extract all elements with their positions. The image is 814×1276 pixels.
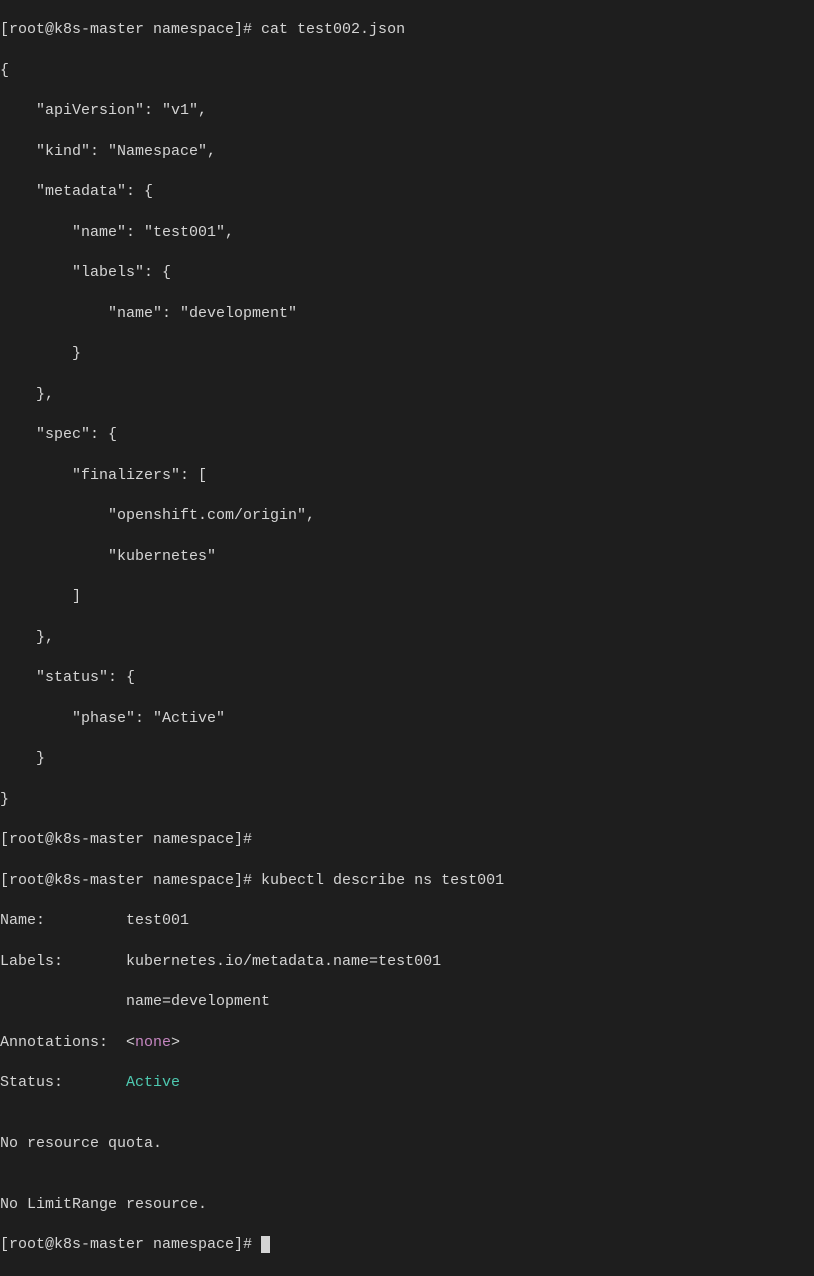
json-line: { — [0, 61, 814, 81]
json-line: "finalizers": [ — [0, 466, 814, 486]
prompt-line: [root@k8s-master namespace]# cat test002… — [0, 20, 814, 40]
describe-labels-line: Labels: kubernetes.io/metadata.name=test… — [0, 952, 814, 972]
json-line: "metadata": { — [0, 182, 814, 202]
prompt-line: [root@k8s-master namespace]# — [0, 1235, 814, 1255]
json-line: "name": "test001", — [0, 223, 814, 243]
json-line: "kubernetes" — [0, 547, 814, 567]
active-value: Active — [126, 1074, 180, 1091]
json-line: "status": { — [0, 668, 814, 688]
json-line: }, — [0, 385, 814, 405]
json-line: "openshift.com/origin", — [0, 506, 814, 526]
describe-status-line: Status: Active — [0, 1073, 814, 1093]
prompt-line: [root@k8s-master namespace]# — [0, 830, 814, 850]
json-line: }, — [0, 628, 814, 648]
json-line: "name": "development" — [0, 304, 814, 324]
terminal-output[interactable]: [root@k8s-master namespace]# cat test002… — [0, 0, 814, 1276]
json-line: ] — [0, 587, 814, 607]
describe-name-line: Name: test001 — [0, 911, 814, 931]
none-value: none — [135, 1034, 171, 1051]
quota-line: No resource quota. — [0, 1134, 814, 1154]
prompt-text: [root@k8s-master namespace]# cat test002… — [0, 21, 405, 38]
json-line: } — [0, 790, 814, 810]
json-line: "spec": { — [0, 425, 814, 445]
json-line: } — [0, 749, 814, 769]
json-line: "kind": "Namespace", — [0, 142, 814, 162]
annotations-close: > — [171, 1034, 180, 1051]
describe-labels-line: name=development — [0, 992, 814, 1012]
json-line: "labels": { — [0, 263, 814, 283]
limitrange-line: No LimitRange resource. — [0, 1195, 814, 1215]
annotations-label: Annotations: < — [0, 1034, 135, 1051]
prompt-text: [root@k8s-master namespace]# — [0, 1236, 261, 1253]
describe-annotations-line: Annotations: <none> — [0, 1033, 814, 1053]
cursor-icon — [261, 1236, 270, 1253]
json-line: } — [0, 344, 814, 364]
prompt-line: [root@k8s-master namespace]# kubectl des… — [0, 871, 814, 891]
json-line: "phase": "Active" — [0, 709, 814, 729]
json-line: "apiVersion": "v1", — [0, 101, 814, 121]
status-label: Status: — [0, 1074, 126, 1091]
